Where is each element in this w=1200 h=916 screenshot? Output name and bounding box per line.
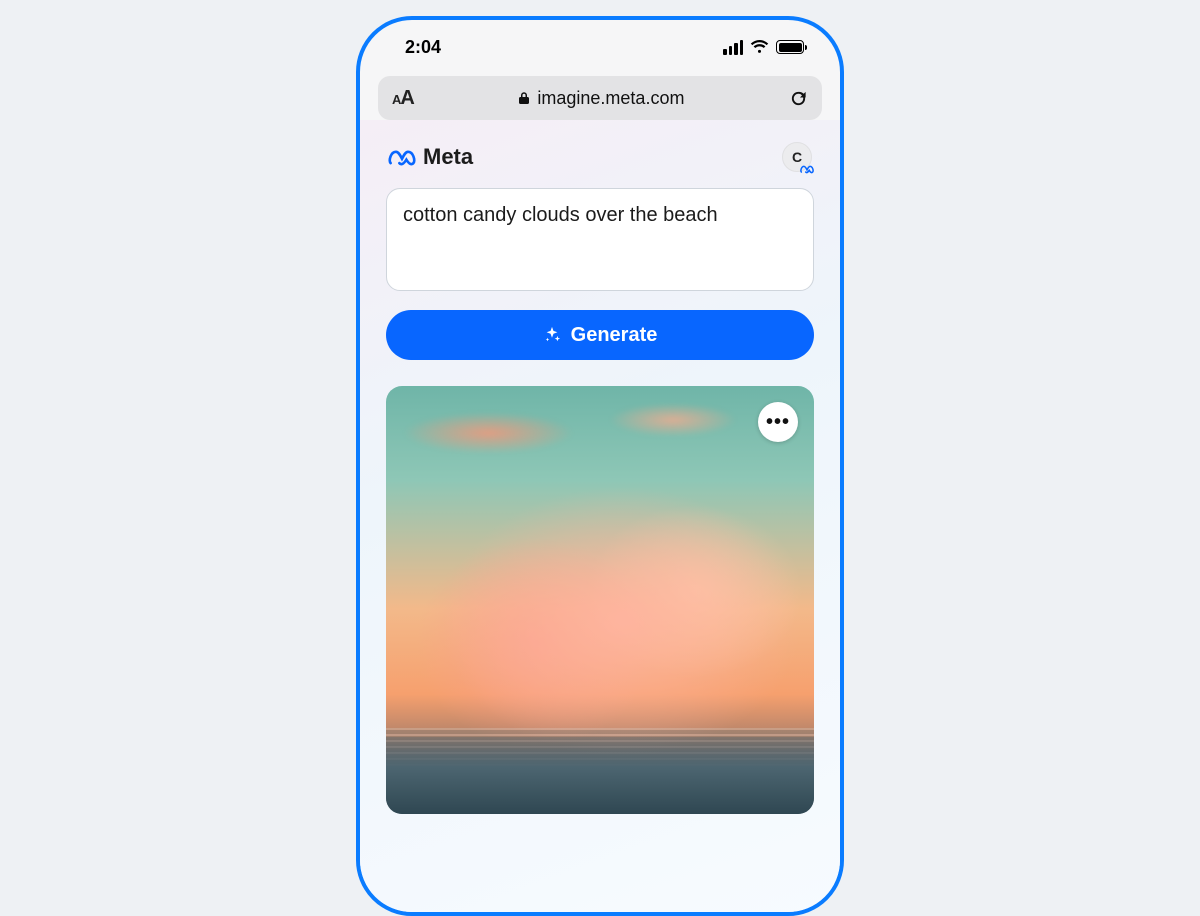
generate-button[interactable]: Generate: [386, 310, 814, 360]
url-display[interactable]: imagine.meta.com: [518, 88, 684, 109]
lock-icon: [518, 91, 530, 105]
meta-logo-icon: [388, 148, 416, 166]
browser-address-bar[interactable]: AA imagine.meta.com: [378, 76, 822, 120]
header-row: Meta C: [386, 142, 814, 172]
more-icon: •••: [766, 411, 790, 434]
text-size-button[interactable]: AA: [392, 87, 414, 110]
phone-frame: 2:04 AA imagine.meta.com: [356, 16, 844, 916]
battery-icon: [776, 40, 804, 54]
reload-icon[interactable]: [789, 89, 808, 108]
avatar-initial: C: [792, 149, 802, 165]
brand-name: Meta: [423, 144, 473, 170]
status-icons: [723, 40, 804, 55]
wifi-icon: [750, 40, 769, 54]
generated-image[interactable]: •••: [386, 386, 814, 814]
status-bar: 2:04: [360, 20, 840, 68]
image-more-button[interactable]: •••: [758, 402, 798, 442]
prompt-input[interactable]: [386, 188, 814, 291]
brand[interactable]: Meta: [388, 144, 473, 170]
url-text: imagine.meta.com: [537, 88, 684, 109]
cellular-signal-icon: [723, 40, 743, 55]
avatar[interactable]: C: [782, 142, 812, 172]
page-content: Meta C Generate •••: [360, 120, 840, 916]
sparkle-icon: [543, 326, 561, 344]
meta-badge-icon: [800, 164, 814, 174]
clock: 2:04: [405, 37, 441, 58]
generate-button-label: Generate: [571, 324, 658, 347]
